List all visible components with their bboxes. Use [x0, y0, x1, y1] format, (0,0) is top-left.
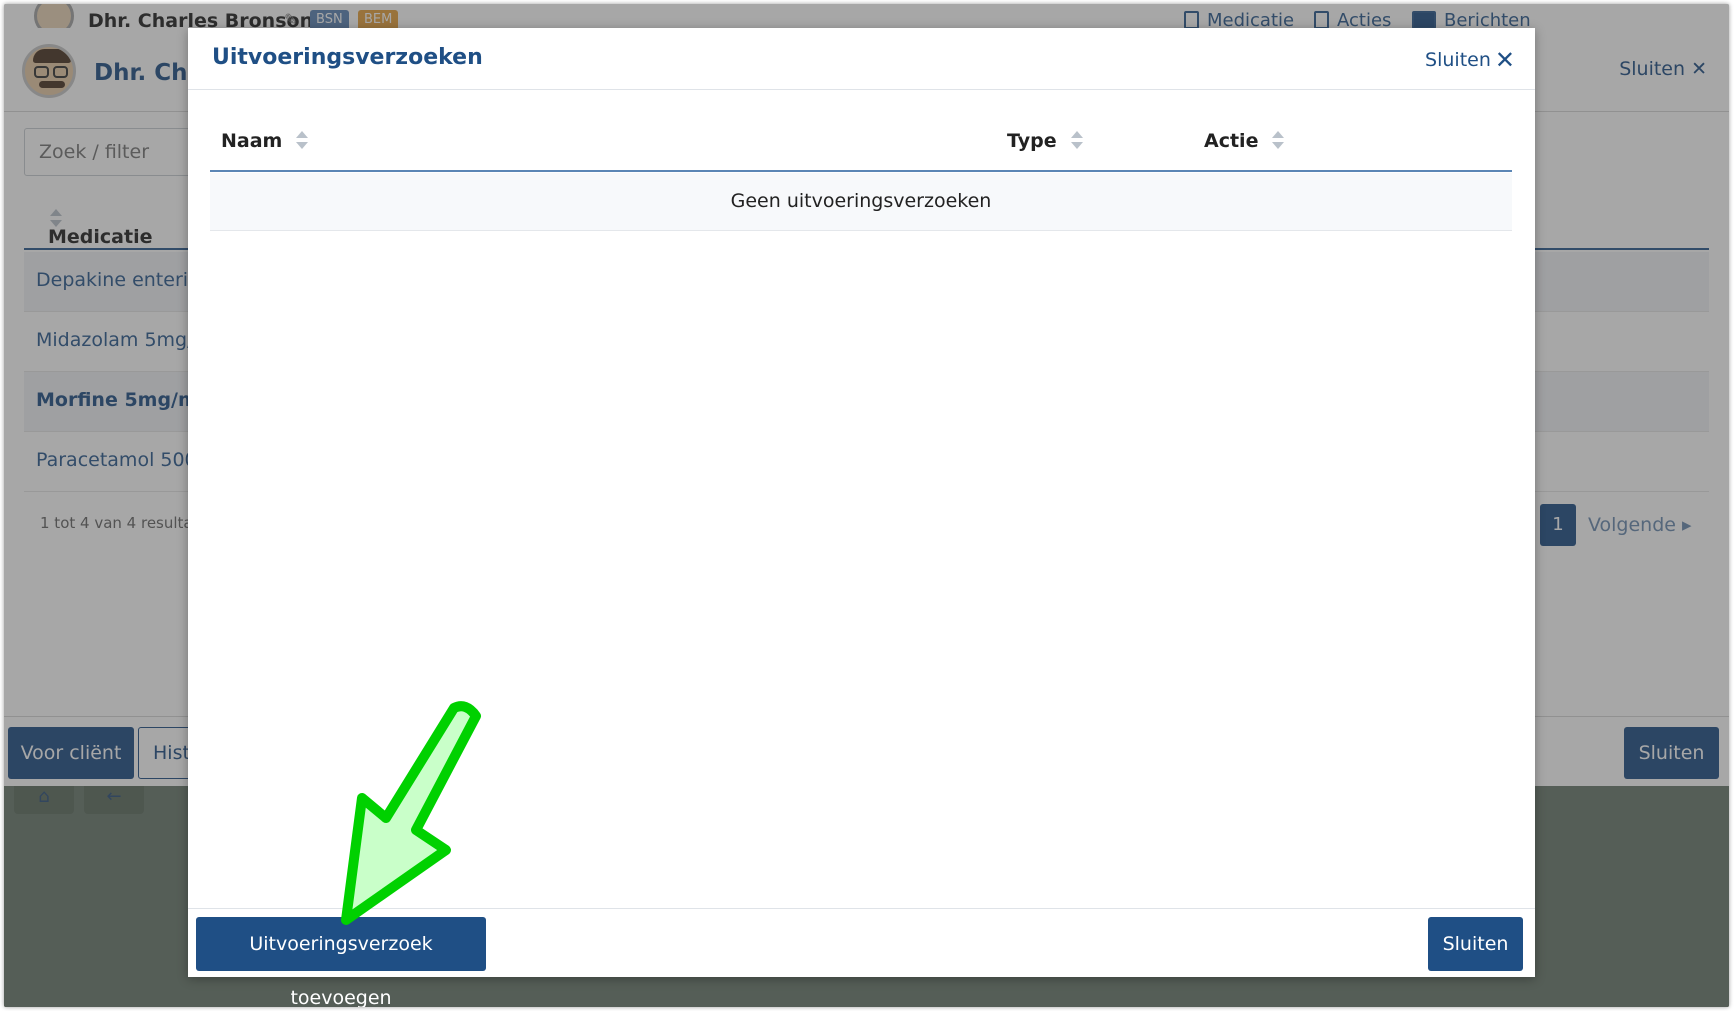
sort-icon [1272, 131, 1285, 151]
empty-state-text: Geen uitvoeringsverzoeken [730, 190, 992, 212]
modal-title: Uitvoeringsverzoeken [212, 45, 483, 70]
column-naam[interactable]: Naam [221, 130, 309, 152]
column-type[interactable]: Type [1007, 130, 1083, 152]
modal-footer-close-button[interactable]: Sluiten [1428, 917, 1523, 971]
modal-header: Uitvoeringsverzoeken Sluiten ✕ [188, 28, 1535, 90]
annotation-arrow-icon [341, 701, 481, 925]
requests-table-header: Naam Type Actie [210, 110, 1512, 172]
window-frame: Dhr. Charles Bronson ✎ BSN BEM Medicatie… [4, 4, 1729, 1007]
empty-state-row: Geen uitvoeringsverzoeken [210, 173, 1512, 231]
sort-icon [296, 131, 309, 151]
modal-close-button[interactable]: Sluiten ✕ [1425, 46, 1515, 74]
sort-icon [1070, 131, 1083, 151]
column-actie[interactable]: Actie [1204, 130, 1285, 152]
close-icon: ✕ [1494, 46, 1515, 74]
